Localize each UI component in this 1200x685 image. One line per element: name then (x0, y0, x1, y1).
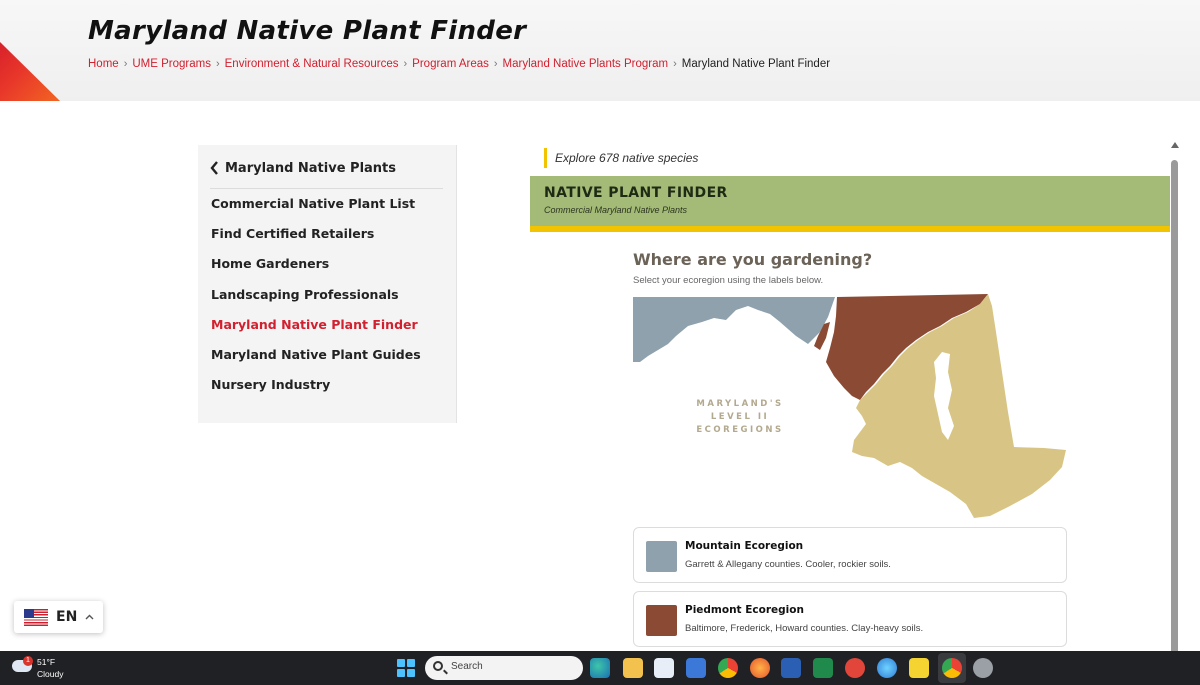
sidebar-back-label: Maryland Native Plants (225, 161, 397, 176)
sidebar-item-nursery-industry[interactable]: Nursery Industry (211, 378, 421, 408)
sticky-notes-icon[interactable] (909, 658, 929, 678)
edge-browser-icon[interactable] (590, 658, 610, 678)
ecoregion-name: Piedmont Ecoregion (685, 604, 804, 616)
ecoregion-description: Baltimore, Frederick, Howard counties. C… (685, 623, 924, 634)
weather-condition: Cloudy (37, 669, 64, 679)
ecoregion-card-piedmont[interactable]: Piedmont Ecoregion Baltimore, Frederick,… (633, 591, 1067, 647)
scroll-thumb[interactable] (1171, 160, 1178, 660)
windows-start-icon[interactable] (397, 659, 415, 677)
breadcrumb-environment[interactable]: Environment & Natural Resources (225, 58, 399, 70)
notification-badge: 1 (23, 656, 33, 666)
chevron-up-icon (85, 612, 94, 623)
sidebar-item-certified-retailers[interactable]: Find Certified Retailers (211, 227, 421, 257)
finder-title: NATIVE PLANT FINDER (544, 185, 728, 201)
finder-subtitle: Commercial Maryland Native Plants (544, 205, 688, 215)
gardening-question: Where are you gardening? (633, 250, 873, 269)
scroll-up-arrow-icon[interactable] (1171, 142, 1179, 148)
ecoregion-swatch-piedmont (646, 605, 677, 636)
ecoregion-description: Garrett & Allegany counties. Cooler, roc… (685, 559, 891, 570)
map-title-line-1: MARYLAND'S (696, 399, 784, 409)
sidebar-item-plant-finder[interactable]: Maryland Native Plant Finder (211, 317, 421, 348)
taskbar-search[interactable]: Search (425, 656, 583, 680)
search-icon (433, 661, 443, 671)
settings-gear-icon[interactable] (973, 658, 993, 678)
ecoregion-name: Mountain Ecoregion (685, 540, 804, 552)
breadcrumb-program-areas[interactable]: Program Areas (412, 58, 489, 70)
explore-count-text: Explore 678 native species (544, 148, 698, 168)
breadcrumb-ume-programs[interactable]: UME Programs (132, 58, 211, 70)
weather-widget[interactable]: 1 51°F Cloudy (12, 655, 82, 681)
ecoregion-swatch-mountain (646, 541, 677, 572)
breadcrumb-home[interactable]: Home (88, 58, 119, 70)
word-icon[interactable] (781, 658, 801, 678)
chrome-icon[interactable] (718, 658, 738, 678)
mail-icon[interactable] (686, 658, 706, 678)
globe-icon[interactable] (877, 658, 897, 678)
map-region-mountain[interactable] (633, 297, 835, 362)
excel-icon[interactable] (813, 658, 833, 678)
us-flag-icon (24, 608, 48, 626)
weather-temperature: 51°F (37, 657, 56, 667)
breadcrumb-native-plants-program[interactable]: Maryland Native Plants Program (503, 58, 669, 70)
page-header: Maryland Native Plant Finder Home › UME … (0, 0, 1200, 101)
app-icon[interactable] (845, 658, 865, 678)
breadcrumb-separator-icon: › (403, 58, 408, 70)
taskbar-search-placeholder: Search (451, 661, 483, 672)
map-title: MARYLAND'S LEVEL II ECOREGIONS (665, 398, 815, 437)
sidebar-item-home-gardeners[interactable]: Home Gardeners (211, 257, 421, 287)
language-selector[interactable]: EN (14, 601, 103, 633)
ecoregion-card-mountain[interactable]: Mountain Ecoregion Garrett & Allegany co… (633, 527, 1067, 583)
sidebar-list: Commercial Native Plant List Find Certif… (211, 196, 421, 408)
gardening-instruction: Select your ecoregion using the labels b… (633, 275, 824, 286)
language-code: EN (56, 609, 78, 625)
breadcrumb-separator-icon: › (215, 58, 220, 70)
page-title: Maryland Native Plant Finder (88, 16, 527, 46)
store-icon[interactable] (654, 658, 674, 678)
chrome-active-icon[interactable] (942, 658, 962, 678)
os-taskbar: 1 51°F Cloudy Search (0, 651, 1200, 685)
chevron-left-icon (210, 161, 219, 179)
breadcrumb-separator-icon: › (493, 58, 498, 70)
breadcrumb-separator-icon: › (123, 58, 128, 70)
file-explorer-icon[interactable] (623, 658, 643, 678)
sidebar-item-landscaping[interactable]: Landscaping Professionals (211, 287, 421, 318)
sidebar-item-plant-guides[interactable]: Maryland Native Plant Guides (211, 347, 421, 378)
sidebar-nav: Maryland Native Plants Commercial Native… (198, 145, 457, 423)
brand-accent-shape (0, 40, 60, 101)
sidebar-back-link[interactable]: Maryland Native Plants (210, 161, 443, 189)
breadcrumb-current: Maryland Native Plant Finder (681, 58, 831, 70)
breadcrumb: Home › UME Programs › Environment & Natu… (88, 58, 830, 70)
firefox-icon[interactable] (750, 658, 770, 678)
content-scrollbar[interactable] (1170, 140, 1180, 660)
sidebar-item-commercial-list[interactable]: Commercial Native Plant List (211, 196, 421, 227)
map-title-line-2: LEVEL II ECOREGIONS (696, 412, 784, 435)
breadcrumb-separator-icon: › (673, 58, 677, 70)
finder-banner: NATIVE PLANT FINDER Commercial Maryland … (530, 176, 1170, 232)
page: Maryland Native Plant Finder Home › UME … (0, 0, 1200, 685)
